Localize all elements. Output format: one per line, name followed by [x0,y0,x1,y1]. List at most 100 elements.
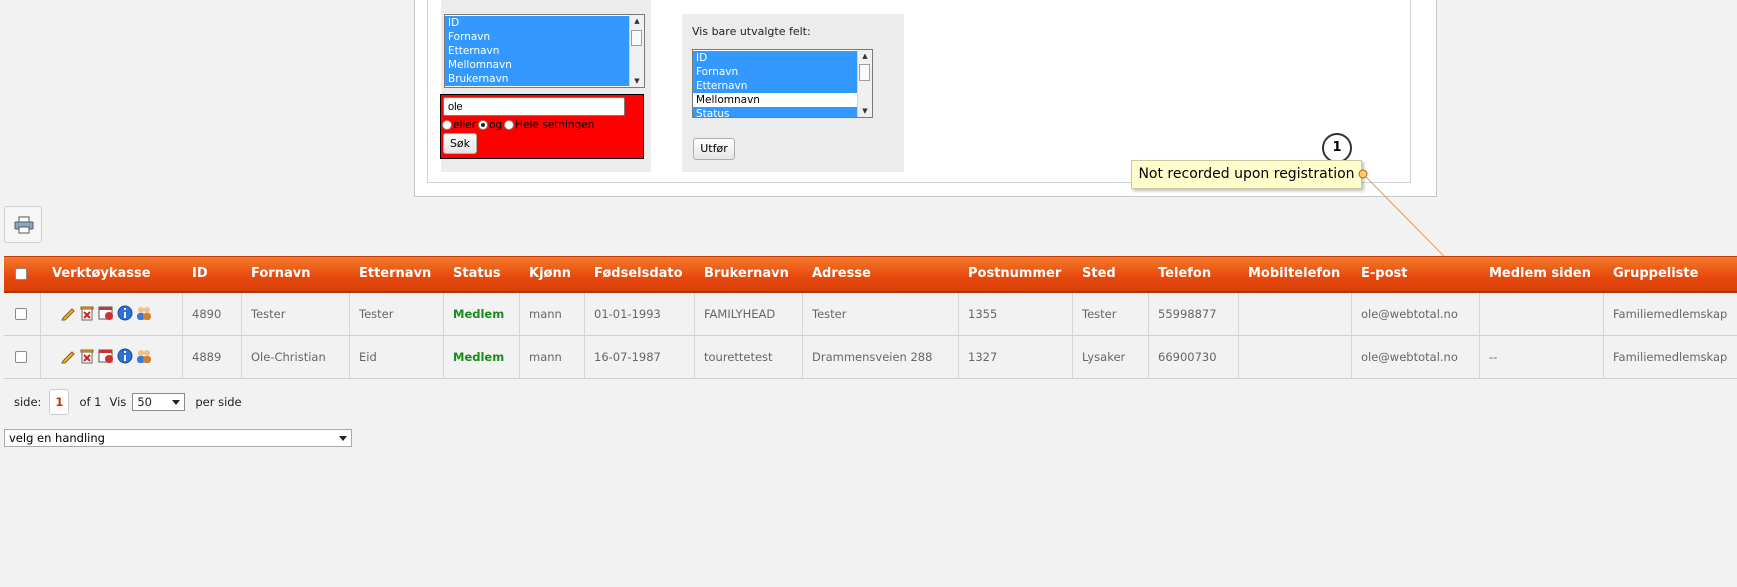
delete-icon[interactable] [79,348,95,364]
filter-panel-inner: ID Fornavn Etternavn Mellomnavn Brukerna… [427,0,1411,183]
info-icon[interactable] [117,348,133,364]
scroll-up-icon[interactable]: ▲ [858,50,872,62]
table-header: Verktøykasse ID Fornavn Etternavn Status… [4,256,1737,293]
search-field-option[interactable]: ID [445,16,644,30]
info-icon[interactable] [117,305,133,321]
scroll-down-icon[interactable]: ▼ [858,105,872,117]
row-toolbox [60,305,152,321]
row-checkbox[interactable] [15,351,27,363]
per-page-label: Vis [109,395,127,409]
cell-sted: Tester [1082,307,1117,321]
column-header[interactable]: Postnummer [968,257,1061,291]
search-field-option[interactable]: Mellomnavn [445,58,644,72]
search-fields-listbox[interactable]: ID Fornavn Etternavn Mellomnavn Brukerna… [444,14,645,88]
column-header[interactable]: Kjønn [529,257,571,291]
radio-eller[interactable] [442,120,452,130]
cell-gruppeliste: Familiemedlemskap [1613,307,1728,321]
column-header[interactable]: ID [192,257,208,291]
per-page-value: 50 [137,395,152,409]
members-table: Verktøykasse ID Fornavn Etternavn Status… [4,256,1737,379]
row-checkbox[interactable] [15,308,27,320]
cell-medlem-siden: -- [1489,350,1498,364]
column-header[interactable]: Sted [1082,257,1116,291]
radio-og[interactable] [478,120,489,130]
cell-id: 4890 [192,307,222,321]
scroll-down-icon[interactable]: ▼ [630,75,644,87]
search-field-option[interactable]: Fornavn [445,30,644,44]
search-button[interactable]: Søk [443,133,477,154]
current-page[interactable]: 1 [49,389,70,415]
column-header[interactable]: Etternavn [359,257,431,291]
cell-sted: Lysaker [1082,350,1126,364]
select-all-checkbox[interactable] [15,268,27,280]
search-input[interactable] [443,97,625,116]
search-box: ID Fornavn Etternavn Mellomnavn Brukerna… [440,0,651,172]
search-field-option[interactable]: Etternavn [445,44,644,58]
column-header[interactable]: Medlem siden [1489,257,1591,291]
bulk-action-select[interactable]: velg en handling [4,429,352,447]
cell-postnummer: 1355 [968,307,998,321]
cell-brukernavn: FAMILYHEAD [704,307,776,321]
calendar-icon[interactable] [98,305,114,321]
cell-status: Medlem [453,350,505,364]
cell-epost: ole@webtotal.no [1361,307,1458,321]
show-field-option[interactable]: Status [693,107,872,117]
cell-telefon: 55998877 [1158,307,1217,321]
per-page-select[interactable]: 50 [132,393,186,411]
table-row[interactable]: 4890 Tester Tester Medlem mann 01-01-199… [4,293,1737,336]
radio-label: eller [453,119,477,131]
apply-button[interactable]: Utfør [693,138,735,160]
show-field-option[interactable]: Mellomnavn [693,93,872,107]
cell-gruppeliste: Familiemedlemskap [1613,350,1728,364]
show-field-option[interactable]: Etternavn [693,79,872,93]
search-field-option[interactable]: Brukernavn [445,72,644,86]
annotation-number: 1 [1322,133,1352,163]
column-header[interactable]: Brukernavn [704,257,789,291]
row-toolbox [60,348,152,364]
edit-icon[interactable] [60,348,76,364]
cell-etternavn: Tester [359,307,394,321]
cell-kjonn: mann [529,307,562,321]
page-label: side: [14,395,42,409]
page-count: of 1 [79,395,102,409]
table-row[interactable]: 4889 Ole-Christian Eid Medlem mann 16-07… [4,336,1737,379]
cell-brukernavn: tourettetest [704,350,773,364]
cell-epost: ole@webtotal.no [1361,350,1458,364]
column-header[interactable]: Verktøykasse [52,257,151,291]
cell-status: Medlem [453,307,505,321]
edit-icon[interactable] [60,305,76,321]
radio-hele-setningen[interactable] [504,120,515,130]
scrollbar[interactable]: ▲ ▼ [629,15,644,87]
scroll-thumb[interactable] [631,30,642,46]
cell-etternavn: Eid [359,350,377,364]
show-fields-label: Vis bare utvalgte felt: [692,25,811,38]
radio-label: Hele setningen [515,119,595,131]
scrollbar[interactable]: ▲ ▼ [857,50,872,117]
column-header[interactable]: Fødselsdato [594,257,683,291]
column-header[interactable]: Telefon [1158,257,1211,291]
calendar-icon[interactable] [98,348,114,364]
cell-adresse: Drammensveien 288 [812,350,933,364]
delete-icon[interactable] [79,305,95,321]
column-header[interactable]: E-post [1361,257,1407,291]
group-icon[interactable] [136,305,152,321]
annotation-callout: Not recorded upon registration [1131,160,1362,189]
show-fields-listbox[interactable]: ID Fornavn Etternavn Mellomnavn Status ▲… [692,49,873,118]
column-header[interactable]: Fornavn [251,257,310,291]
cell-fodselsdato: 01-01-1993 [594,307,661,321]
cell-adresse: Tester [812,307,847,321]
column-header[interactable]: Adresse [812,257,871,291]
print-button[interactable] [4,206,42,243]
group-icon[interactable] [136,348,152,364]
column-header[interactable]: Status [453,257,501,291]
match-options: eller og Hele setningen [442,119,594,131]
bulk-action-value: velg en handling [9,431,105,445]
show-field-option[interactable]: Fornavn [693,65,872,79]
scroll-up-icon[interactable]: ▲ [630,15,644,27]
column-header[interactable]: Mobiltelefon [1248,257,1340,291]
pagination: side: 1 of 1 Vis 50 per side [14,389,242,415]
cell-fornavn: Tester [251,307,286,321]
scroll-thumb[interactable] [859,64,870,81]
column-header[interactable]: Gruppeliste [1613,257,1698,291]
show-field-option[interactable]: ID [693,51,872,65]
